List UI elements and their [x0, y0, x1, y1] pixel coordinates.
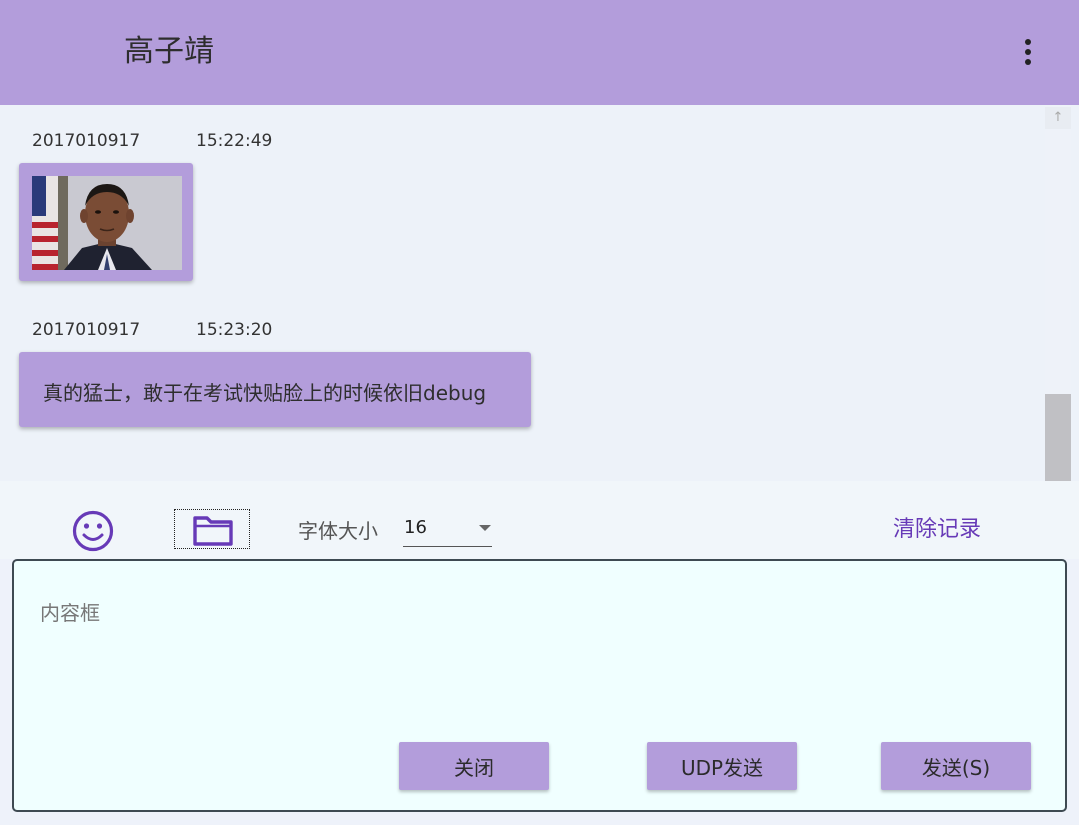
more-vertical-icon[interactable]: [1010, 34, 1046, 70]
clear-history-button[interactable]: 清除记录: [893, 511, 981, 543]
menu-dot: [1025, 49, 1031, 55]
message-sender: 2017010917: [32, 131, 141, 151]
font-size-select[interactable]: 16: [403, 514, 492, 547]
folder-icon: [193, 516, 233, 546]
message-sender: 2017010917: [32, 320, 141, 340]
chevron-down-icon: [479, 525, 491, 531]
send-button[interactable]: 发送(S): [881, 742, 1031, 790]
message-time: 15:22:49: [196, 131, 273, 151]
scrollbar-thumb[interactable]: [1045, 394, 1071, 482]
message-text: 真的猛士，敢于在考试快贴脸上的时候依旧debug: [43, 381, 487, 405]
font-size-label: 字体大小: [298, 519, 378, 543]
chat-window: 高子靖 2017010917 15:22:49 2017010917 15:23…: [0, 0, 1079, 825]
scroll-up-arrow-icon[interactable]: ↑: [1045, 107, 1071, 129]
udp-send-button[interactable]: UDP发送: [647, 742, 797, 790]
composer-toolbar: 字体大小 16 清除记录: [0, 481, 1079, 559]
portrait-photo[interactable]: [32, 176, 182, 270]
smiley-icon[interactable]: [70, 508, 116, 554]
message-scrollbar[interactable]: ↑ ↓: [1045, 105, 1071, 507]
app-header: 高子靖: [0, 0, 1079, 105]
message-input[interactable]: [38, 595, 1042, 739]
message-list[interactable]: 2017010917 15:22:49 2017010917 15:23:20 …: [0, 105, 1079, 481]
close-button[interactable]: 关闭: [399, 742, 549, 790]
chat-title: 高子靖: [124, 34, 214, 69]
message-time: 15:23:20: [196, 320, 273, 340]
text-message-bubble[interactable]: 真的猛士，敢于在考试快贴脸上的时候依旧debug: [19, 352, 531, 427]
image-message-bubble[interactable]: [19, 163, 193, 281]
menu-dot: [1025, 59, 1031, 65]
menu-dot: [1025, 39, 1031, 45]
font-size-value: 16: [404, 517, 427, 538]
message-input-box: 关闭 UDP发送 发送(S): [12, 559, 1067, 812]
folder-button[interactable]: [174, 509, 250, 549]
